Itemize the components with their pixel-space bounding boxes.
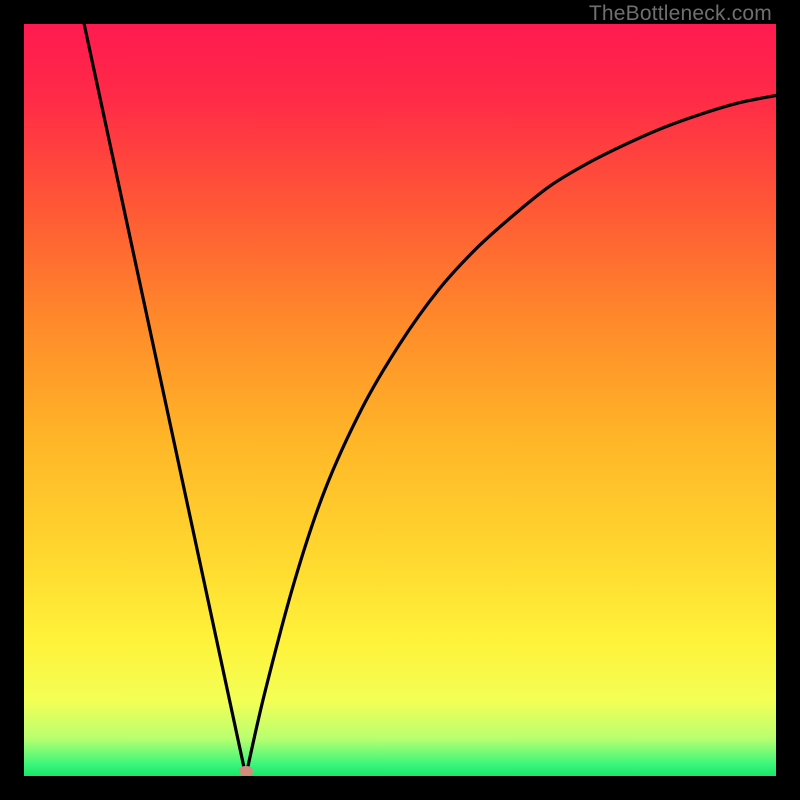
bottleneck-curve — [24, 24, 776, 776]
minimum-marker — [239, 766, 253, 776]
plot-area — [24, 24, 776, 776]
watermark-text: TheBottleneck.com — [589, 2, 772, 26]
